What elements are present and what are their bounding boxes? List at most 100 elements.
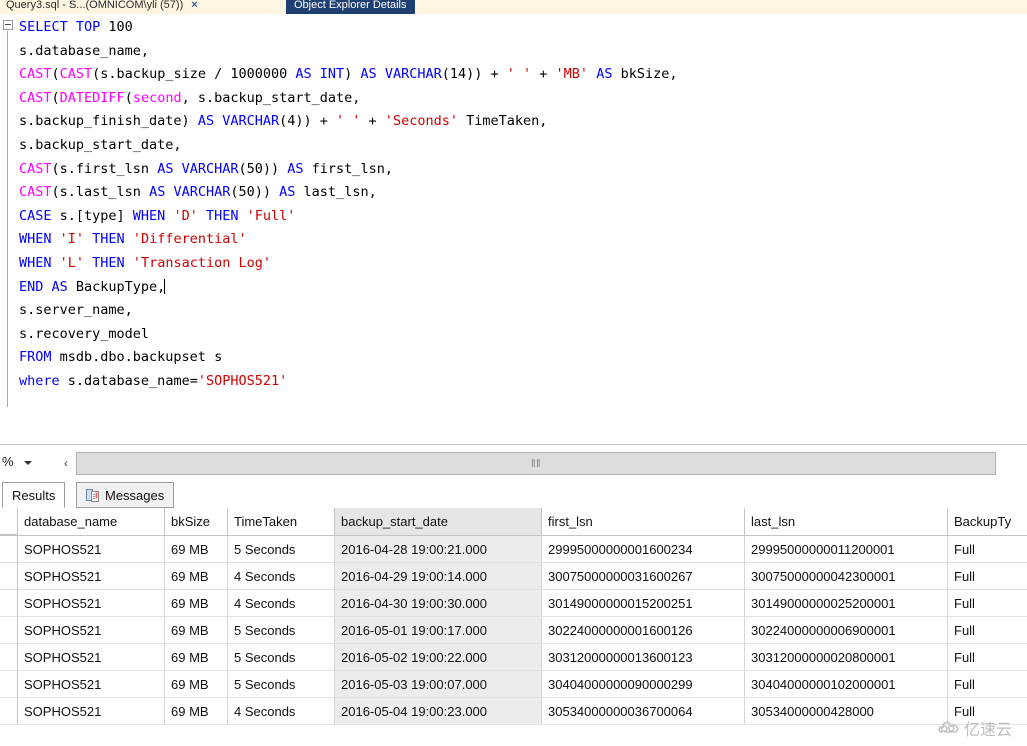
code-token: CAST [19, 160, 52, 177]
cell-TimeTaken[interactable]: 4 Seconds [228, 698, 335, 725]
cell-first_lsn[interactable]: 30224000000001600126 [542, 617, 745, 644]
cell-TimeTaken[interactable]: 5 Seconds [228, 644, 335, 671]
cell-bkSize[interactable]: 69 MB [165, 671, 228, 698]
code-token: s.backup_start_date, [19, 136, 182, 153]
results-grid[interactable]: database_name bkSize TimeTaken backup_start… [0, 508, 1027, 746]
cell-last_lsn[interactable]: 29995000000011200001 [745, 536, 948, 563]
tab-messages[interactable]: Messages [76, 482, 175, 508]
row-selector-cell[interactable] [0, 536, 18, 563]
cell-first_lsn[interactable]: 30312000000013600123 [542, 644, 745, 671]
cell-first_lsn[interactable]: 30075000000031600267 [542, 563, 745, 590]
cell-database_name[interactable]: SOPHOS521 [18, 563, 165, 590]
cell-TimeTaken[interactable]: 5 Seconds [228, 536, 335, 563]
cell-database_name[interactable]: SOPHOS521 [18, 617, 165, 644]
cell-database_name[interactable]: SOPHOS521 [18, 644, 165, 671]
code-token: second [132, 89, 182, 106]
messages-icon [86, 488, 100, 503]
cell-BackupType[interactable]: Full [948, 563, 1027, 590]
cell-first_lsn[interactable]: 30404000000090000299 [542, 671, 745, 698]
cell-bkSize[interactable]: 69 MB [165, 563, 228, 590]
cell-bkSize[interactable]: 69 MB [165, 617, 228, 644]
tab-object-explorer-details[interactable]: Object Explorer Details [286, 0, 415, 14]
column-header-backup_start_date[interactable]: backup_start_date [335, 508, 542, 535]
cell-backup_start_date[interactable]: 2016-04-28 19:00:21.000 [335, 536, 542, 563]
column-header-database_name[interactable]: database_name [18, 508, 165, 535]
row-selector-cell[interactable] [0, 698, 18, 725]
table-row[interactable]: SOPHOS521 69 MB 5 Seconds 2016-05-03 19:00:… [0, 671, 1027, 698]
scroll-left-button[interactable]: ‹ [58, 452, 74, 474]
column-header-TimeTaken[interactable]: TimeTaken [228, 508, 335, 535]
cell-backup_start_date[interactable]: 2016-05-03 19:00:07.000 [335, 671, 542, 698]
cell-database_name[interactable]: SOPHOS521 [18, 698, 165, 725]
table-row[interactable]: SOPHOS521 69 MB 5 Seconds 2016-04-28 19:00:… [0, 536, 1027, 563]
cell-TimeTaken[interactable]: 4 Seconds [228, 590, 335, 617]
cell-database_name[interactable]: SOPHOS521 [18, 590, 165, 617]
cell-BackupType[interactable]: Full [948, 644, 1027, 671]
cell-database_name[interactable]: SOPHOS521 [18, 536, 165, 563]
table-row[interactable]: SOPHOS521 69 MB 5 Seconds 2016-05-01 19:00:… [0, 617, 1027, 644]
tab-messages-label: Messages [105, 487, 165, 503]
cell-BackupType[interactable]: Full [948, 590, 1027, 617]
cell-backup_start_date[interactable]: 2016-05-01 19:00:17.000 [335, 617, 542, 644]
cell-TimeTaken[interactable]: 4 Seconds [228, 563, 335, 590]
cell-first_lsn[interactable]: 29995000000001600234 [542, 536, 745, 563]
cell-backup_start_date[interactable]: 2016-04-30 19:00:30.000 [335, 590, 542, 617]
column-header-BackupType[interactable]: BackupTy [948, 508, 1027, 535]
cell-bkSize[interactable]: 69 MB [165, 698, 228, 725]
sql-code-text[interactable]: SELECT TOP 100 s.database_name, CAST(CAST(… [19, 16, 677, 394]
grid-corner-cell[interactable] [0, 508, 18, 535]
cell-last_lsn[interactable]: 30312000000020800001 [745, 644, 948, 671]
cell-BackupType[interactable]: Full [948, 671, 1027, 698]
column-header-first_lsn[interactable]: first_lsn [542, 508, 745, 535]
row-selector-cell[interactable] [0, 671, 18, 698]
code-token: WHEN [132, 207, 174, 224]
chevron-down-icon[interactable] [24, 461, 32, 465]
table-row[interactable]: SOPHOS521 69 MB 4 Seconds 2016-04-29 19:00:… [0, 563, 1027, 590]
table-row[interactable]: SOPHOS521 69 MB 4 Seconds 2016-04-30 19:00:… [0, 590, 1027, 617]
code-token: ( [230, 184, 239, 201]
cell-last_lsn[interactable]: 30075000000042300001 [745, 563, 948, 590]
cell-last_lsn[interactable]: 30534000000428000 [745, 698, 948, 725]
cell-first_lsn[interactable]: 30534000000036700064 [542, 698, 745, 725]
close-icon[interactable]: × [189, 0, 199, 11]
code-token: WHEN [19, 231, 60, 248]
cell-TimeTaken[interactable]: 5 Seconds [228, 617, 335, 644]
text-caret [164, 278, 166, 294]
row-selector-cell[interactable] [0, 590, 18, 617]
row-selector-cell[interactable] [0, 644, 18, 671]
table-row[interactable]: SOPHOS521 69 MB 5 Seconds 2016-05-02 19:00:… [0, 644, 1027, 671]
code-token: CAST [59, 66, 93, 83]
horizontal-scrollbar-thumb[interactable]: ‖‖ [76, 452, 996, 475]
code-token: s.backup_finish_date) [19, 113, 198, 130]
cell-bkSize[interactable]: 69 MB [165, 590, 228, 617]
cell-last_lsn[interactable]: 30149000000025200001 [745, 590, 948, 617]
row-selector-cell[interactable] [0, 563, 18, 590]
cell-backup_start_date[interactable]: 2016-05-02 19:00:22.000 [335, 644, 542, 671]
tab-results[interactable]: Results [2, 482, 66, 508]
cell-BackupType[interactable]: Full [948, 536, 1027, 563]
tab-results-label: Results [12, 487, 56, 503]
cell-backup_start_date[interactable]: 2016-05-04 19:00:23.000 [335, 698, 542, 725]
code-token: 'Full' [246, 207, 296, 224]
code-line: CAST(s.first_lsn AS VARCHAR(50)) AS firs… [19, 158, 677, 182]
horizontal-scrollbar-track[interactable]: ‖‖ [76, 452, 1027, 475]
cell-last_lsn[interactable]: 30224000000006900001 [745, 617, 948, 644]
cell-backup_start_date[interactable]: 2016-04-29 19:00:14.000 [335, 563, 542, 590]
row-selector-cell[interactable] [0, 617, 18, 644]
column-header-last_lsn[interactable]: last_lsn [745, 508, 948, 535]
cell-bkSize[interactable]: 69 MB [165, 644, 228, 671]
table-row[interactable]: SOPHOS521 69 MB 4 Seconds 2016-05-04 19:00:… [0, 698, 1027, 725]
cell-database_name[interactable]: SOPHOS521 [18, 671, 165, 698]
cell-first_lsn[interactable]: 30149000000015200251 [542, 590, 745, 617]
cell-BackupType[interactable]: Full [948, 617, 1027, 644]
sql-editor[interactable]: SELECT TOP 100 s.database_name, CAST(CAST(… [0, 14, 1027, 444]
cell-BackupType[interactable]: Full [948, 698, 1027, 725]
column-header-bkSize[interactable]: bkSize [165, 508, 228, 535]
tab-query3-sql[interactable]: Query3.sql - S...(OMNICOM\yli (57)) × [0, 0, 204, 14]
code-token: s.recovery_model [19, 325, 150, 342]
cell-bkSize[interactable]: 69 MB [165, 536, 228, 563]
code-token: ) [344, 66, 361, 83]
minus-box-icon[interactable] [3, 20, 13, 30]
cell-TimeTaken[interactable]: 5 Seconds [228, 671, 335, 698]
cell-last_lsn[interactable]: 30404000000102000001 [745, 671, 948, 698]
